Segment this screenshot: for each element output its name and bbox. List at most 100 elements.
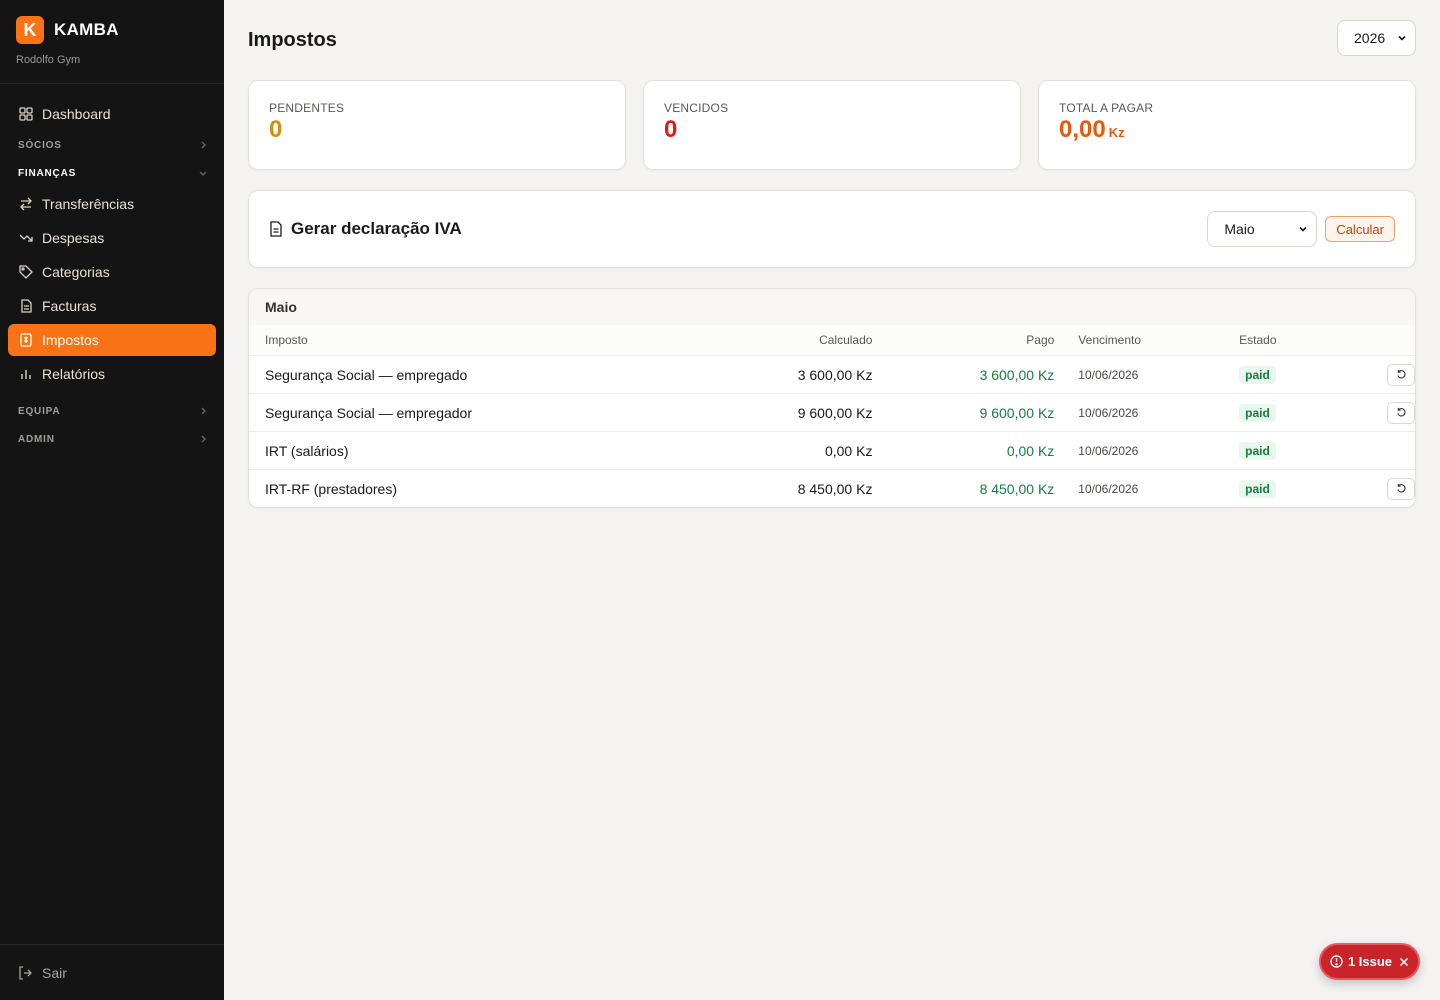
status-cell: paid — [1239, 479, 1359, 498]
card-value: 0 — [664, 116, 678, 143]
logout-button[interactable]: Sair — [0, 944, 224, 1000]
tax-due-date: 10/06/2026 — [1078, 405, 1139, 420]
status-badge: paid — [1239, 403, 1276, 422]
tax-name: Segurança Social — empregador — [265, 404, 473, 421]
transfer-icon — [18, 196, 34, 212]
tax-paid: 3 600,00 Kz — [979, 366, 1055, 383]
sidebar: K KAMBA Rodolfo Gym Dashboard SÓCIOS FIN… — [0, 0, 224, 1000]
status-badge: paid — [1239, 479, 1276, 498]
brand-name: KAMBA — [54, 20, 119, 39]
main-content: Impostos 2026 PENDENTES 0 VENCIDOS 0 TOT… — [248, 0, 1416, 508]
tax-name: IRT-RF (prestadores) — [265, 480, 397, 497]
sidebar-item-label: Despesas — [42, 230, 105, 246]
sidebar-item-categorias[interactable]: Categorias — [8, 256, 216, 288]
tax-calculated: 9 600,00 Kz — [797, 404, 873, 421]
document-icon — [269, 221, 283, 237]
sidebar-item-label: Impostos — [42, 332, 99, 348]
tag-icon — [18, 264, 34, 280]
sidebar-section-socios[interactable]: SÓCIOS — [18, 132, 208, 158]
status-badge: paid — [1239, 365, 1276, 384]
currency-unit: Kz — [1108, 125, 1125, 140]
trending-down-icon — [18, 230, 34, 246]
sidebar-nav: Dashboard SÓCIOS FINANÇAS Transferências… — [0, 84, 224, 452]
taxes-table: Maio Imposto Calculado Pago Vencimento E… — [248, 288, 1416, 508]
tax-name: IRT (salários) — [265, 442, 349, 459]
issues-label: 1 Issue — [1347, 954, 1393, 969]
sidebar-item-transferencias[interactable]: Transferências — [8, 188, 216, 220]
chevron-down-icon — [1398, 35, 1406, 41]
actions-cell — [1359, 401, 1415, 424]
calcular-button[interactable]: Calcular — [1325, 216, 1395, 242]
page-title: Impostos — [248, 28, 337, 51]
undo-icon — [1396, 483, 1406, 493]
col-header-pago: Pago — [1026, 333, 1055, 347]
tax-paid: 9 600,00 Kz — [979, 404, 1055, 421]
kamba-logo[interactable]: K — [16, 16, 44, 44]
total-amount: 0,00 — [1059, 116, 1106, 143]
status-cell: paid — [1239, 403, 1359, 422]
tax-paid: 8 450,00 Kz — [979, 480, 1055, 497]
alert-circle-icon — [1330, 955, 1343, 968]
sidebar-item-impostos[interactable]: Impostos — [8, 324, 216, 356]
undo-icon — [1396, 407, 1406, 417]
tax-due-date: 10/06/2026 — [1078, 443, 1139, 458]
table-month-title: Maio — [249, 289, 1415, 325]
iva-title: Gerar declaração IVA — [269, 219, 462, 239]
revert-button[interactable] — [1387, 401, 1415, 424]
year-select[interactable]: 2026 — [1337, 20, 1416, 56]
actions-cell — [1359, 363, 1415, 386]
sidebar-section-admin[interactable]: ADMIN — [18, 426, 208, 452]
card-value: 0 — [269, 116, 283, 143]
chevron-down-icon — [199, 171, 207, 176]
actions-cell — [1359, 477, 1415, 500]
pendentes-card: PENDENTES 0 — [248, 80, 626, 170]
logout-label: Sair — [42, 964, 67, 981]
sidebar-item-dashboard[interactable]: Dashboard — [8, 98, 216, 130]
organization-name: Rodolfo Gym — [16, 54, 81, 66]
status-cell: paid — [1239, 441, 1359, 460]
sidebar-item-label: Relatórios — [42, 366, 106, 382]
sidebar-item-relatorios[interactable]: Relatórios — [8, 358, 216, 390]
iva-title-text: Gerar declaração IVA — [291, 219, 462, 238]
tax-calculated: 3 600,00 Kz — [797, 366, 873, 383]
status-badge: paid — [1239, 441, 1276, 460]
status-cell: paid — [1239, 365, 1359, 384]
sidebar-item-facturas[interactable]: Facturas — [8, 290, 216, 322]
tax-due-date: 10/06/2026 — [1078, 367, 1139, 382]
col-header-estado: Estado — [1239, 333, 1277, 347]
tax-due-date: 10/06/2026 — [1078, 481, 1139, 496]
chevron-down-icon — [1299, 226, 1307, 232]
sidebar-item-label: Facturas — [42, 298, 97, 314]
table-row: IRT (salários) 0,00 Kz 0,00 Kz 10/06/202… — [249, 431, 1415, 469]
sidebar-section-equipa[interactable]: EQUIPA — [18, 398, 208, 424]
grid-icon — [18, 106, 34, 122]
sidebar-section-financas[interactable]: FINANÇAS — [18, 160, 208, 186]
month-select-value: Maio — [1224, 221, 1255, 237]
logo-letter: K — [23, 19, 37, 40]
undo-icon — [1396, 369, 1406, 379]
section-label: FINANÇAS — [18, 167, 77, 179]
logout-icon — [18, 965, 32, 980]
iva-declaration-panel: Gerar declaração IVA Maio Calcular — [248, 190, 1416, 268]
revert-button[interactable] — [1387, 477, 1415, 500]
revert-button[interactable] — [1387, 363, 1415, 386]
month-select[interactable]: Maio — [1207, 211, 1318, 247]
vencidos-card: VENCIDOS 0 — [643, 80, 1021, 170]
sidebar-item-label: Dashboard — [42, 106, 111, 122]
issues-indicator[interactable]: 1 Issue — [1319, 943, 1420, 980]
tax-calculated: 8 450,00 Kz — [797, 480, 873, 497]
table-row: Segurança Social — empregador 9 600,00 K… — [249, 393, 1415, 431]
card-value: 0,00 Kz — [1059, 116, 1395, 144]
col-header-calculado: Calculado — [819, 333, 873, 347]
chevron-right-icon — [201, 407, 206, 415]
section-label: SÓCIOS — [18, 139, 62, 151]
year-select-value: 2026 — [1354, 30, 1386, 46]
iva-controls: Maio Calcular — [1207, 211, 1395, 247]
bar-chart-icon — [18, 366, 34, 382]
table-row: IRT-RF (prestadores) 8 450,00 Kz 8 450,0… — [249, 469, 1415, 507]
close-icon[interactable] — [1399, 957, 1409, 967]
chevron-right-icon — [201, 435, 206, 443]
brand: K KAMBA Rodolfo Gym — [0, 0, 224, 84]
sidebar-item-despesas[interactable]: Despesas — [8, 222, 216, 254]
tax-paid: 0,00 Kz — [1006, 442, 1055, 459]
